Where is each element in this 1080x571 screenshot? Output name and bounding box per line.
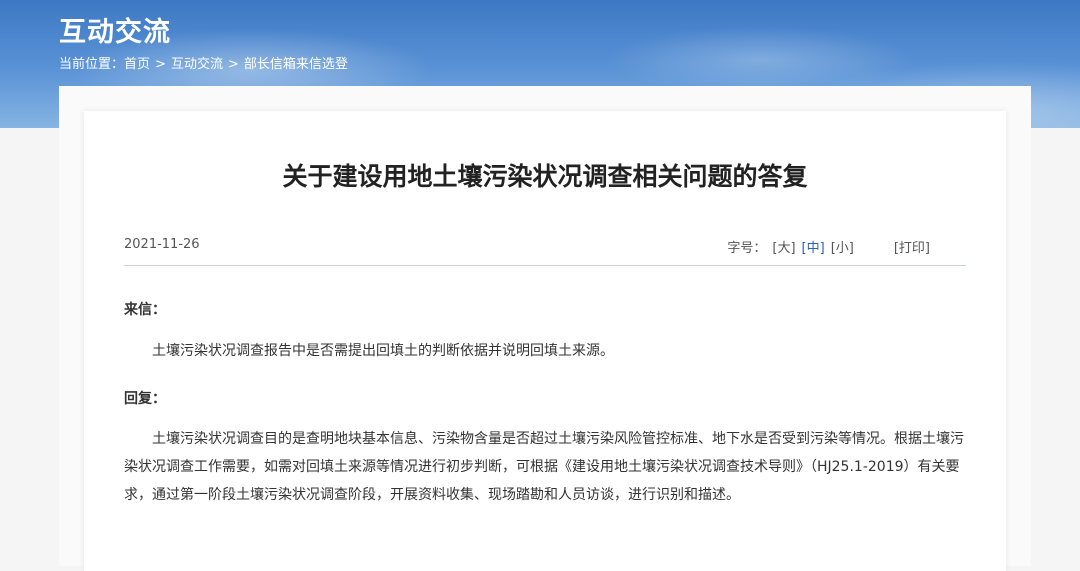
print-button[interactable]: [打印] xyxy=(894,241,930,256)
breadcrumb-interaction-link[interactable]: 互动交流 xyxy=(171,53,223,72)
breadcrumb-separator: > xyxy=(155,57,166,72)
article-card: 关于建设用地土壤污染状况调查相关问题的答复 2021-11-26 字号： [大] [… xyxy=(84,111,1006,571)
font-size-label: 字号： xyxy=(727,241,767,256)
font-size-small-button[interactable]: [小] xyxy=(831,241,854,256)
breadcrumb-prefix: 当前位置： xyxy=(59,57,125,72)
breadcrumb-mailbox-link[interactable]: 部长信箱来信选登 xyxy=(244,53,348,72)
letter-text: 土壤污染状况调查报告中是否需提出回填土的判断依据并说明回填土来源。 xyxy=(152,343,614,359)
article-title: 关于建设用地土壤污染状况调查相关问题的答复 xyxy=(282,162,808,191)
section-title: 互动交流 xyxy=(59,17,171,48)
breadcrumb-separator: > xyxy=(227,57,239,72)
font-size-large-button[interactable]: [大] xyxy=(772,241,795,256)
font-size-control: 字号： [大] [中] [小] [打印] xyxy=(727,237,930,256)
article-meta-row: 2021-11-26 字号： [大] [中] [小] [打印] xyxy=(124,237,966,266)
breadcrumb: 当前位置：首页 > 互动交流 > 部长信箱来信选登 xyxy=(59,53,348,72)
reply-text: 土壤污染状况调查目的是查明地块基本信息、污染物含量是否超过土壤污染风险管控标准、… xyxy=(124,431,964,503)
letter-label: 来信： xyxy=(124,302,166,318)
reply-label: 回复： xyxy=(124,391,166,407)
publish-date: 2021-11-26 xyxy=(124,237,200,252)
breadcrumb-home-link[interactable]: 首页 xyxy=(124,53,150,72)
font-size-medium-button[interactable]: [中] xyxy=(802,241,825,256)
